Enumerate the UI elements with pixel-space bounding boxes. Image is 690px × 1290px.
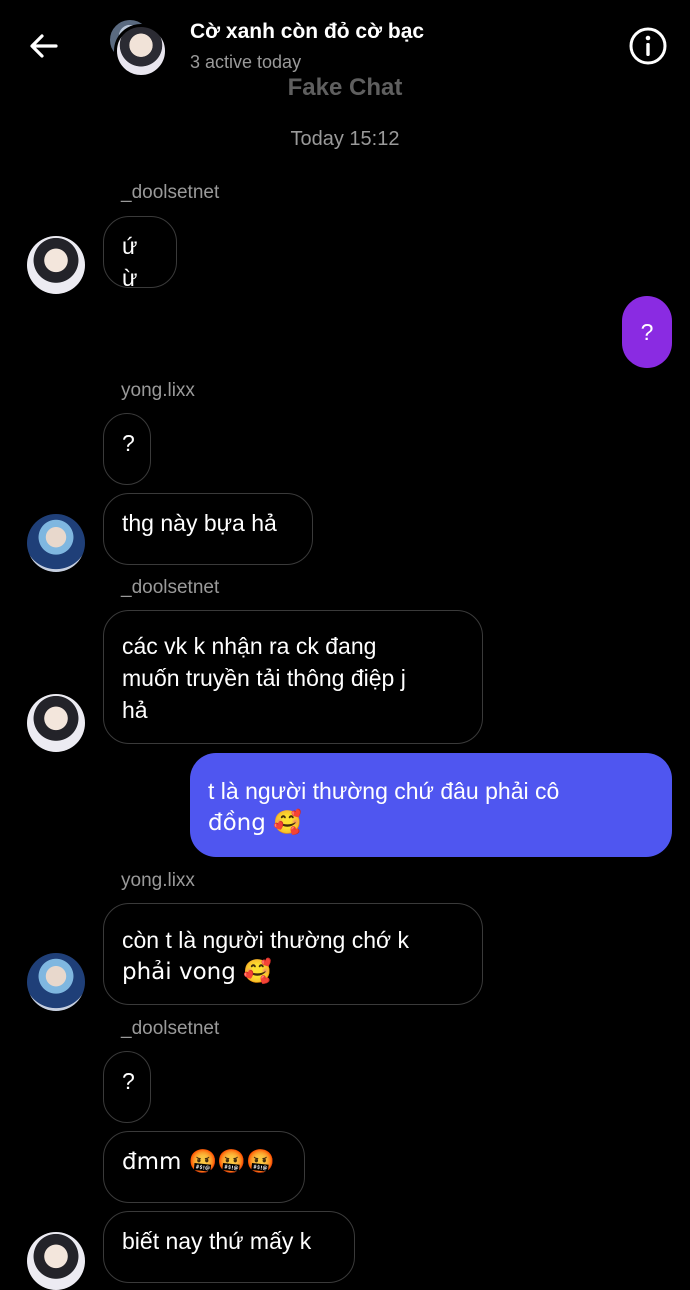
- group-avatar[interactable]: [108, 18, 168, 78]
- message-text: hả: [122, 697, 148, 723]
- message-text: muốn truyền tải thông điệp j: [122, 665, 406, 691]
- message-text: đồng 🥰: [208, 810, 302, 836]
- message-bubble[interactable]: đmm 🤬🤬🤬: [103, 1131, 305, 1203]
- timestamp: Today 15:12: [290, 128, 400, 150]
- message-bubble[interactable]: các vk k nhận ra ck đang muốn truyền tải…: [103, 610, 483, 744]
- message-bubble[interactable]: ?: [103, 1051, 151, 1123]
- message-text: ứ ừ: [122, 233, 138, 291]
- message-text: còn t là người thường chớ k: [122, 927, 410, 953]
- message-text: đmm 🤬🤬🤬: [122, 1149, 275, 1175]
- sender-name: yong.lixx: [121, 380, 195, 401]
- message-text: ?: [640, 319, 654, 345]
- avatar[interactable]: [27, 694, 85, 752]
- sender-name: _doolsetnet: [121, 1018, 220, 1039]
- message-text: ?: [122, 1068, 135, 1094]
- back-arrow-icon[interactable]: [26, 28, 62, 64]
- avatar[interactable]: [27, 953, 85, 1011]
- avatar[interactable]: [27, 1232, 85, 1290]
- message-bubble[interactable]: biết nay thứ mấy k: [103, 1211, 355, 1283]
- group-avatar-front: [114, 24, 168, 78]
- message-text: ?: [122, 430, 135, 456]
- message-bubble[interactable]: thg này bựa hả: [103, 493, 313, 565]
- message-bubble[interactable]: ứ ừ: [103, 216, 177, 291]
- message-bubble[interactable]: còn t là người thường chớ k phải vong 🥰: [103, 903, 483, 1005]
- message-text: phải vong 🥰: [122, 959, 272, 985]
- sender-name: _doolsetnet: [121, 577, 220, 598]
- watermark: Fake Chat: [287, 74, 403, 101]
- message-text: biết nay thứ mấy k: [122, 1228, 312, 1254]
- sender-name: yong.lixx: [121, 870, 195, 891]
- message-text: thg này bựa hả: [122, 510, 277, 536]
- message-text: t là người thường chứ đâu phải cô: [208, 778, 560, 804]
- chat-title[interactable]: Cờ xanh còn đỏ cờ bạc: [190, 20, 424, 44]
- sender-name: _doolsetnet: [121, 182, 220, 203]
- message-bubble-outgoing[interactable]: ?: [622, 296, 672, 368]
- message-text: các vk k nhận ra ck đang: [122, 633, 377, 659]
- info-icon[interactable]: [628, 26, 668, 66]
- active-status: 3 active today: [190, 52, 302, 72]
- avatar[interactable]: [27, 236, 85, 294]
- avatar[interactable]: [27, 514, 85, 572]
- message-bubble-outgoing[interactable]: t là người thường chứ đâu phải cô đồng 🥰: [190, 753, 672, 857]
- message-bubble[interactable]: ?: [103, 413, 151, 485]
